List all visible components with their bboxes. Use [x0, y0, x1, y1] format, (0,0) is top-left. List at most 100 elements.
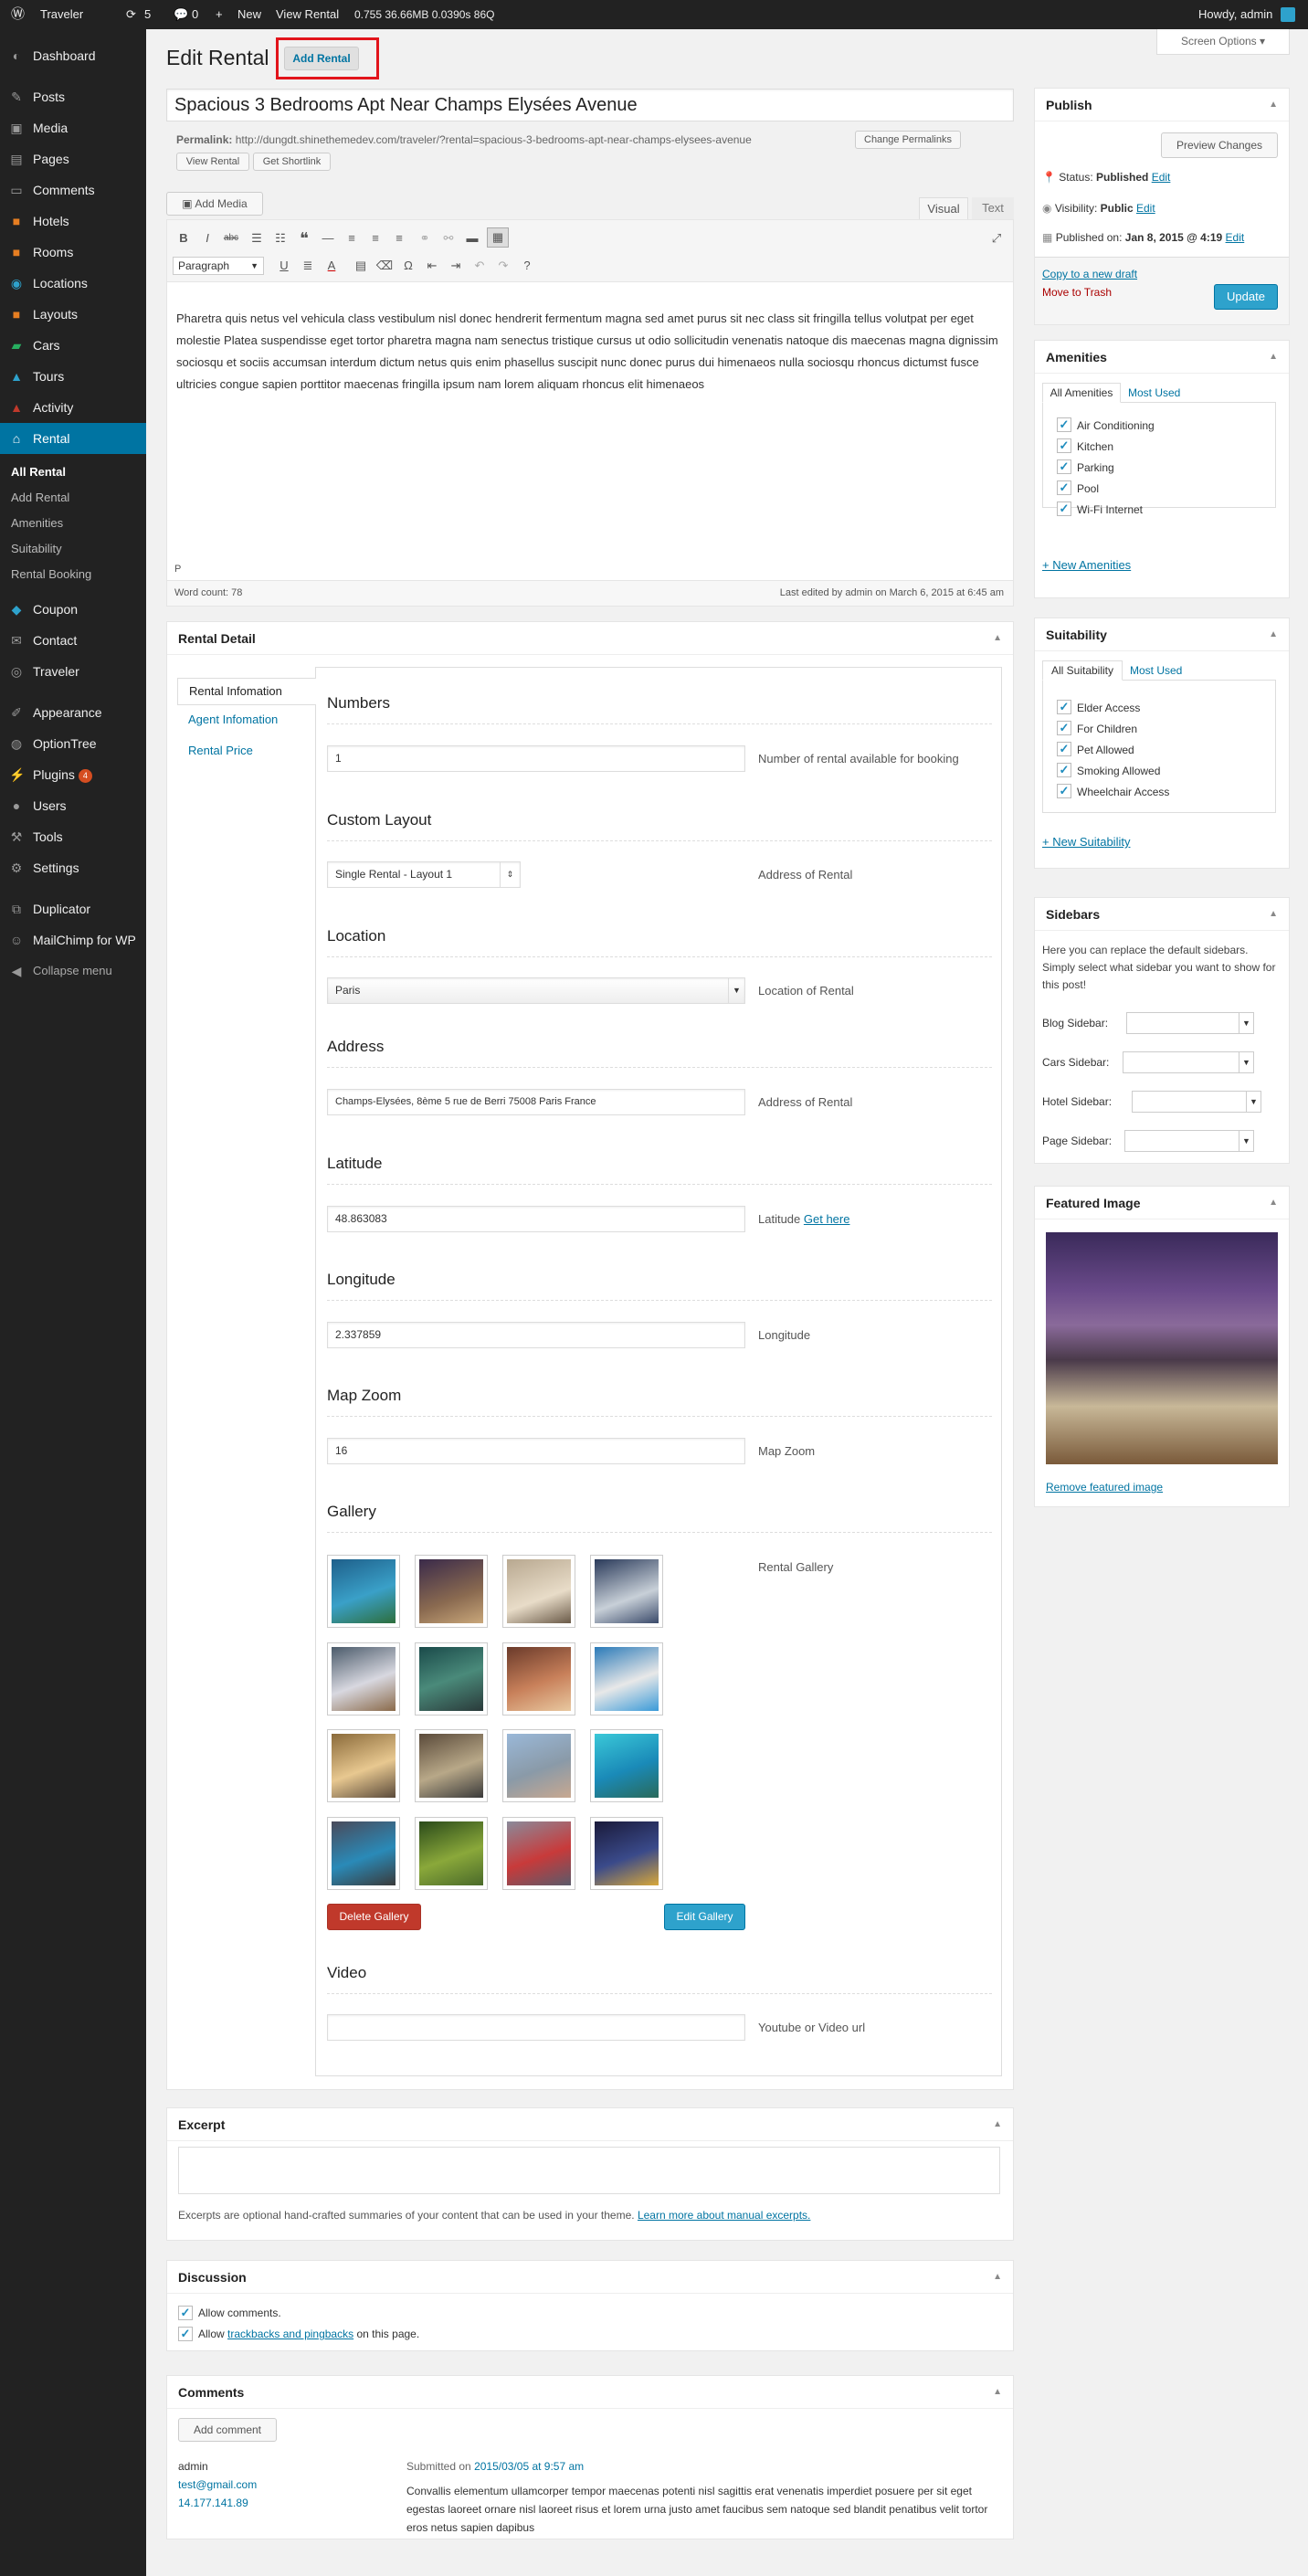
menu-layouts[interactable]: ■ Layouts [0, 299, 146, 330]
allow-pingbacks-checkbox[interactable]: ✓ [178, 2327, 193, 2341]
menu-dashboard[interactable]: ◐ Dashboard [0, 40, 146, 71]
gallery-image[interactable] [327, 1729, 400, 1802]
menu-posts[interactable]: ✎ Posts [0, 81, 146, 112]
tab-agent-information[interactable]: Agent Infomation [188, 713, 278, 726]
bold-icon[interactable]: B [174, 229, 193, 248]
menu-pages[interactable]: ▤ Pages [0, 143, 146, 174]
numbers-input[interactable]: 1 [327, 745, 745, 772]
change-permalinks-button[interactable]: Change Permalinks [855, 131, 961, 149]
toggle-arrow-icon[interactable]: ▲ [993, 2261, 1002, 2294]
get-here-link[interactable]: Get here [804, 1212, 850, 1226]
preview-changes-button[interactable]: Preview Changes [1161, 132, 1278, 158]
edit-gallery-button[interactable]: Edit Gallery [664, 1904, 745, 1930]
edit-date-link[interactable]: Edit [1226, 231, 1245, 244]
toggle-arrow-icon[interactable]: ▲ [1269, 618, 1278, 651]
strikethrough-icon[interactable]: abc [222, 229, 240, 248]
location-select[interactable]: Paris ▼ [327, 977, 745, 1004]
suitability-checkbox[interactable]: ✓ [1057, 742, 1071, 756]
delete-gallery-button[interactable]: Delete Gallery [327, 1904, 421, 1930]
hotel-sidebar-select[interactable]: ▼ [1132, 1091, 1261, 1113]
submenu-amenities[interactable]: Amenities [0, 511, 146, 536]
suitability-header[interactable]: Suitability ▲ [1035, 618, 1289, 651]
comment-email-link[interactable]: test@gmail.com [178, 2478, 257, 2491]
menu-appearance[interactable]: ✐ Appearance [0, 697, 146, 728]
editor-content[interactable]: Pharetra quis netus vel vehicula class v… [176, 308, 998, 396]
tab-visual[interactable]: Visual [919, 197, 968, 220]
toggle-arrow-icon[interactable]: ▲ [993, 622, 1002, 655]
special-char-icon[interactable]: Ω [399, 257, 417, 275]
tab-most-used-amenities[interactable]: Most Used [1128, 386, 1180, 399]
gallery-image[interactable] [415, 1555, 488, 1628]
view-rental-button[interactable]: View Rental [176, 153, 249, 171]
latitude-input[interactable]: 48.863083 [327, 1206, 745, 1232]
discussion-header[interactable]: Discussion ▲ [167, 2261, 1013, 2294]
gallery-image[interactable] [415, 1642, 488, 1716]
custom-layout-select[interactable]: Single Rental - Layout 1 ⇕ [327, 861, 521, 888]
trackbacks-link[interactable]: trackbacks and pingbacks [227, 2328, 353, 2340]
screen-options-button[interactable]: Screen Options ▾ [1156, 29, 1290, 55]
toggle-arrow-icon[interactable]: ▲ [1269, 89, 1278, 121]
menu-comments[interactable]: ▭ Comments [0, 174, 146, 206]
menu-mailchimp[interactable]: ☺ MailChimp for WP [0, 924, 146, 955]
blockquote-icon[interactable]: ❝ [295, 229, 313, 248]
align-right-icon[interactable]: ≡ [390, 229, 408, 248]
collapse-menu[interactable]: ◀ Collapse menu [0, 955, 146, 987]
updates-count[interactable]: 5 [144, 0, 151, 29]
gallery-image[interactable] [502, 1642, 575, 1716]
gallery-image[interactable] [327, 1555, 400, 1628]
menu-rooms[interactable]: ■ Rooms [0, 237, 146, 268]
suitability-checkbox[interactable]: ✓ [1057, 700, 1071, 714]
comments-icon[interactable]: 💬 [174, 0, 188, 29]
help-icon[interactable]: ? [518, 257, 536, 275]
comments-header[interactable]: Comments ▲ [167, 2376, 1013, 2409]
amenity-checkbox[interactable]: ✓ [1057, 480, 1071, 495]
plus-icon[interactable]: + [216, 0, 223, 29]
toolbar-toggle-icon[interactable]: ▦ [487, 227, 509, 248]
new-amenities-link[interactable]: + New Amenities [1042, 558, 1131, 572]
tab-most-used-suitability[interactable]: Most Used [1130, 664, 1182, 677]
menu-optiontree[interactable]: ◍ OptionTree [0, 728, 146, 759]
cars-sidebar-select[interactable]: ▼ [1123, 1051, 1254, 1073]
menu-coupon[interactable]: ◆ Coupon [0, 594, 146, 625]
comment-ip-link[interactable]: 14.177.141.89 [178, 2497, 248, 2509]
tab-all-suitability[interactable]: All Suitability [1042, 660, 1123, 681]
amenity-checkbox[interactable]: ✓ [1057, 459, 1071, 474]
submenu-add-rental[interactable]: Add Rental [0, 485, 146, 511]
menu-tools[interactable]: ⚒ Tools [0, 821, 146, 852]
address-input[interactable]: Champs-Elysées, 8ème 5 rue de Berri 7500… [327, 1089, 745, 1115]
edit-status-link[interactable]: Edit [1152, 171, 1171, 184]
tab-all-amenities[interactable]: All Amenities [1042, 383, 1121, 403]
menu-media[interactable]: ▣ Media [0, 112, 146, 143]
suitability-checkbox[interactable]: ✓ [1057, 721, 1071, 735]
submenu-rental-booking[interactable]: Rental Booking [0, 562, 146, 587]
site-name-link[interactable]: Traveler [40, 0, 83, 29]
get-shortlink-button[interactable]: Get Shortlink [253, 153, 331, 171]
copy-draft-link[interactable]: Copy to a new draft [1042, 268, 1137, 280]
gallery-image[interactable] [590, 1729, 663, 1802]
tab-rental-price[interactable]: Rental Price [188, 744, 253, 757]
gallery-image[interactable] [327, 1817, 400, 1890]
toggle-arrow-icon[interactable]: ▲ [993, 2376, 1002, 2409]
toggle-arrow-icon[interactable]: ▲ [993, 2108, 1002, 2141]
featured-image[interactable] [1046, 1232, 1278, 1464]
gallery-image[interactable] [327, 1642, 400, 1716]
page-sidebar-select[interactable]: ▼ [1124, 1130, 1254, 1152]
toggle-arrow-icon[interactable]: ▲ [1269, 341, 1278, 374]
align-center-icon[interactable]: ≡ [366, 229, 385, 248]
clear-formatting-icon[interactable]: ⌫ [375, 257, 394, 275]
excerpt-learn-more-link[interactable]: Learn more about manual excerpts. [638, 2209, 810, 2222]
edit-visibility-link[interactable]: Edit [1136, 202, 1155, 215]
updates-icon[interactable]: ⟳ [126, 0, 136, 29]
menu-users[interactable]: ● Users [0, 790, 146, 821]
gallery-image[interactable] [590, 1642, 663, 1716]
read-more-icon[interactable]: ▬ [463, 229, 481, 248]
fullscreen-icon[interactable]: ⤢ [987, 229, 1006, 248]
rental-detail-header[interactable]: Rental Detail ▲ [167, 622, 1013, 655]
move-to-trash-link[interactable]: Move to Trash [1042, 286, 1112, 299]
text-color-icon[interactable]: A [322, 257, 341, 275]
view-rental-link[interactable]: View Rental [276, 0, 339, 29]
numbered-list-icon[interactable]: ☷ [271, 229, 290, 248]
redo-icon[interactable]: ↷ [494, 257, 512, 275]
remove-featured-image-link[interactable]: Remove featured image [1046, 1481, 1163, 1494]
menu-settings[interactable]: ⚙ Settings [0, 852, 146, 883]
